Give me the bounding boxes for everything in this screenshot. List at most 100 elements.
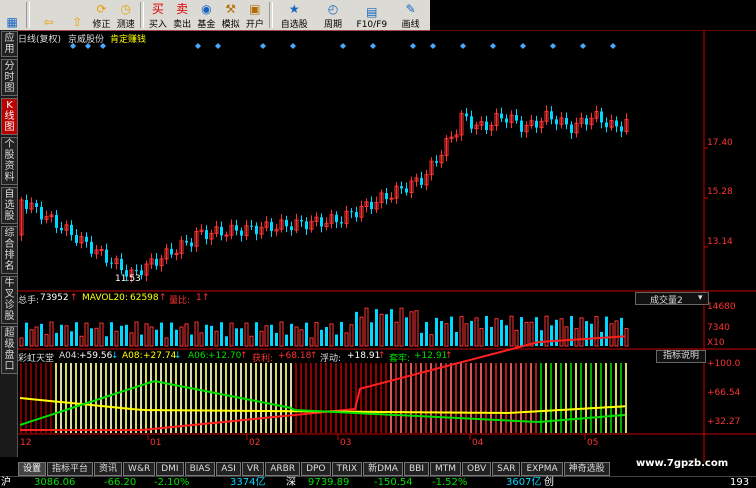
volume-bar — [399, 307, 404, 347]
toolbar-button-10[interactable]: ★ 自选股 — [275, 0, 314, 30]
status-index2: 9739.89 — [308, 477, 350, 488]
candle-body — [600, 111, 603, 123]
toolbar-button-0[interactable]: ▦ — [0, 0, 24, 30]
indicator-bar — [260, 363, 262, 433]
left-tab-7[interactable]: 超级盘口 — [1, 326, 18, 374]
indicator-tab-9[interactable]: DPO — [301, 462, 331, 476]
indicator-tab-7[interactable]: VR — [241, 462, 265, 476]
candle-body — [170, 248, 173, 255]
chart-area[interactable]: 日线(复权) 京威股份 肯定赚钱 17.40 15.28 13.14 11.53… — [18, 29, 756, 462]
candle-body — [105, 249, 108, 263]
indicator-tab-0[interactable]: 设置 — [18, 462, 47, 476]
toolbar-button-7[interactable]: ◉ 基金 — [194, 0, 218, 30]
indicator-bar — [585, 363, 587, 433]
indicator-tab-2[interactable]: 资讯 — [94, 462, 123, 476]
toolbar-button-9[interactable]: ▣ 开户 — [243, 0, 267, 30]
signal-diamond-icon — [410, 43, 416, 49]
left-tab-6[interactable]: 牛叉诊股 — [1, 276, 18, 324]
status-market2: 深 — [286, 477, 296, 488]
indicator-tab-1[interactable]: 指标平台 — [47, 462, 94, 476]
indicator-tab-10[interactable]: TRIX — [331, 462, 363, 476]
indicator-tab-4[interactable]: DMI — [156, 462, 184, 476]
indicator-bar — [365, 363, 367, 433]
volume-bar — [49, 321, 54, 347]
toolbar-button-12[interactable]: ▤ F10/F9 — [352, 0, 391, 30]
indicator-bar — [370, 363, 372, 433]
arrow-left-icon: ⇦ — [43, 15, 54, 29]
pen-icon: ✎ — [405, 2, 416, 16]
status-extra: 创 — [544, 477, 554, 488]
volume-bar — [329, 323, 334, 347]
status-change2: -150.54 — [374, 477, 413, 488]
toolbar-button-5[interactable]: 买买入 — [146, 0, 170, 30]
volume-bar — [114, 330, 119, 347]
left-tab-bar: 应用分时图 K线图个股资料自选股综合排名牛叉诊股超级盘口 — [0, 30, 18, 457]
indicator-tab-15[interactable]: SAR — [492, 462, 521, 476]
volume-bar — [184, 323, 189, 347]
candle-body — [405, 188, 408, 193]
indicator-tab-5[interactable]: BIAS — [184, 462, 216, 476]
volume-bar — [285, 334, 288, 346]
indicator-tab-12[interactable]: BBI — [403, 462, 429, 476]
toolbar-button-2[interactable]: ⇧ — [65, 0, 89, 30]
volume-bar — [220, 322, 223, 346]
toolbar-button-3[interactable]: ⟳ 修正 — [89, 0, 113, 30]
indicator-tab-6[interactable]: ASI — [216, 462, 241, 476]
candle-body — [250, 225, 253, 227]
volume-bar — [99, 322, 104, 347]
volume-selector[interactable]: 成交量2 ▾ — [635, 292, 709, 306]
indicator-tab-17[interactable]: 神奇选股 — [563, 462, 610, 476]
volume-bar — [240, 328, 243, 346]
indicator-tab-13[interactable]: MTM — [429, 462, 462, 476]
indicator-help-button[interactable]: 指标说明 — [656, 350, 706, 363]
indicator-bar — [180, 363, 182, 433]
indicator-bar — [445, 363, 447, 433]
toolbar-button-1[interactable]: ⇦ — [32, 0, 65, 30]
left-tab-3[interactable]: 个股资料 — [1, 137, 18, 185]
left-tab-0[interactable]: 应用 — [1, 31, 18, 57]
candle-body — [340, 222, 343, 224]
vol-ratio-label: 量比: — [169, 296, 191, 306]
indicator-tab-14[interactable]: OBV — [462, 462, 492, 476]
left-tab-1[interactable]: 分时图 — [1, 59, 18, 96]
toolbar-button-8[interactable]: ⚒ 模拟 — [218, 0, 242, 30]
indicator-tab-3[interactable]: W&R — [123, 462, 156, 476]
indicator-tab-16[interactable]: EXPMA — [521, 462, 563, 476]
volume-bar — [325, 326, 328, 346]
vol-axis-high: 14680 — [707, 302, 736, 312]
chart-canvas[interactable] — [18, 29, 756, 462]
left-tab-4[interactable]: 自选股 — [1, 187, 18, 224]
status-amount: 3374亿 — [230, 477, 266, 488]
indicator-bar — [205, 363, 207, 433]
toolbar-button-11[interactable]: ◴ 周期 — [314, 0, 353, 30]
indicator-bar — [605, 363, 607, 433]
volume-bar — [175, 329, 178, 346]
vol-total-label: 总手: — [18, 296, 40, 306]
indicator-bar — [95, 363, 97, 433]
indicator-bar — [275, 363, 277, 433]
indicator-tab-8[interactable]: ARBR — [265, 462, 301, 476]
vol-total-value: 73952 — [40, 293, 69, 303]
toolbar-button-6[interactable]: 卖卖出 — [170, 0, 194, 30]
signal-diamond-icon — [370, 43, 376, 49]
volume-bar — [225, 336, 228, 346]
left-tab-5[interactable]: 综合排名 — [1, 226, 18, 274]
down-arrow-icon: ↓ — [111, 351, 119, 361]
candle-body — [85, 236, 88, 242]
toolbar-button-label: 开户 — [245, 20, 264, 30]
toolbar-button-4[interactable]: ◷ 测速 — [114, 0, 138, 30]
indicator-bar — [620, 363, 622, 433]
low-price-label: 11.53 — [115, 274, 141, 284]
left-tab-2[interactable]: K线图 — [1, 98, 18, 135]
candle-body — [565, 117, 568, 125]
indicator-tab-11[interactable]: 新DMA — [363, 462, 403, 476]
indicator-bar — [195, 363, 197, 433]
indicator-bar — [170, 363, 172, 433]
toolbar-button-13[interactable]: ✎ 画线 — [391, 0, 430, 30]
volume-bar — [540, 330, 543, 346]
status-tail: 193 — [730, 477, 750, 488]
volume-bar — [199, 332, 204, 347]
indicator-bar — [290, 363, 292, 433]
toolbar-button-label: 修正 — [92, 20, 111, 30]
volume-bar — [349, 324, 354, 347]
